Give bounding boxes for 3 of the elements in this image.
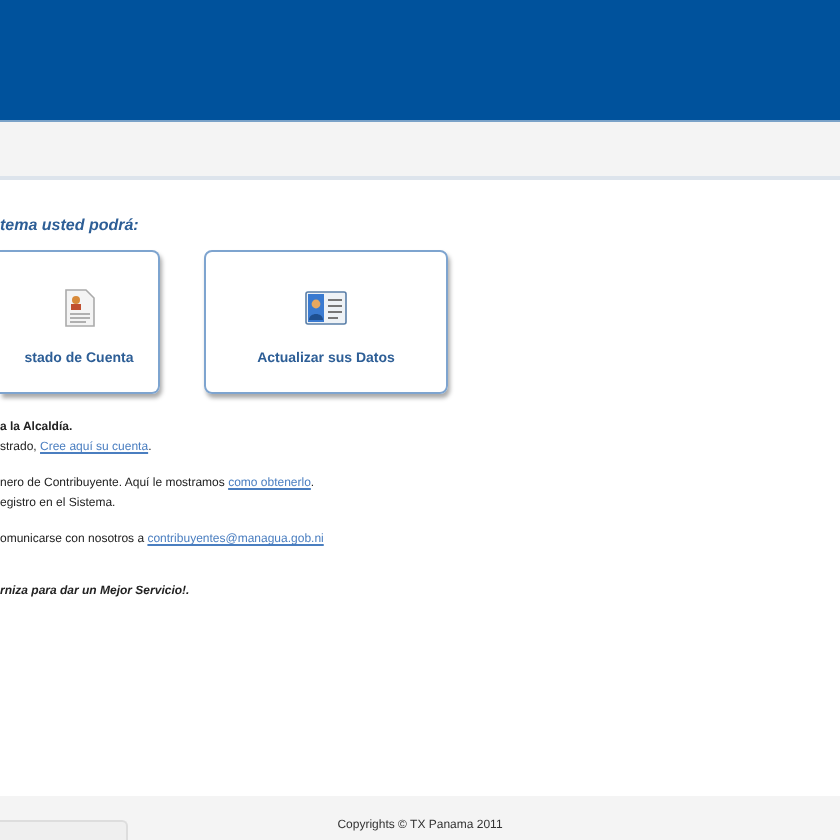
document-icon: [59, 287, 99, 327]
id-card-icon: [304, 287, 348, 327]
section-heading: tema usted podrá:: [0, 216, 141, 234]
